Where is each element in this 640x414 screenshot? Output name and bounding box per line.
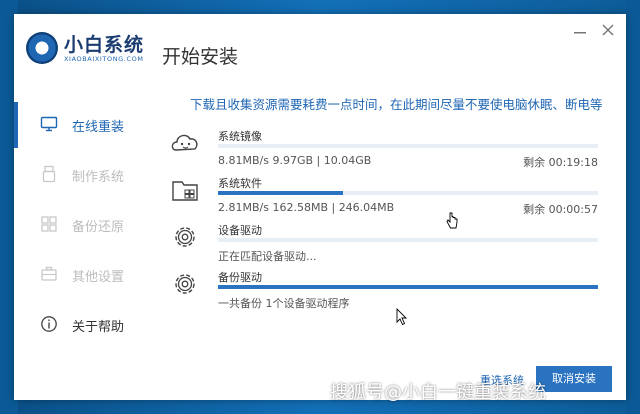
progress-track (218, 285, 598, 289)
arrow-cursor-icon (396, 308, 408, 326)
progress-fill (218, 191, 344, 195)
logo-name: 小白系统 (64, 34, 145, 56)
progress-track (218, 144, 598, 148)
task-name: 系统软件 (218, 177, 262, 190)
sidebar-item-label: 备份还原 (72, 220, 125, 235)
sidebar-item-backup-restore[interactable]: 备份还原 (14, 202, 154, 248)
task-remaining: 剩余 00:00:57 (523, 203, 598, 216)
hand-cursor-icon (446, 212, 458, 229)
sidebar-item-label: 在线重装 (72, 120, 125, 135)
close-button[interactable] (598, 20, 618, 40)
progress-track (218, 238, 598, 242)
info-icon (41, 316, 57, 332)
logo-icon (26, 32, 58, 64)
progress-fill (218, 285, 598, 289)
monitor-icon (40, 116, 58, 132)
close-icon (602, 24, 614, 36)
task-name: 备份驱动 (218, 271, 262, 284)
task-info: 正在匹配设备驱动... (218, 250, 317, 263)
progress-track (218, 191, 598, 195)
task-info: 一共备份 1个设备驱动程序 (218, 297, 350, 310)
task-device-driver: 设备驱动 正在匹配设备驱动... (170, 222, 610, 270)
grid-icon (41, 216, 57, 232)
sidebar-item-label: 关于帮助 (72, 320, 125, 335)
page-title: 开始安装 (162, 46, 239, 68)
task-system-software: 系统软件 2.81MB/s 162.58MB | 246.04MB 剩余 00:… (170, 175, 610, 223)
notice-text: 下载且收集资源需要耗费一点时间，在此期间尽量不要使电脑休眠、断电等 (190, 97, 603, 112)
sidebar-item-make-system[interactable]: 制作系统 (14, 152, 154, 198)
active-indicator (14, 102, 18, 148)
sidebar: 在线重装 制作系统 备份还原 其他设置 关于帮助 (14, 84, 154, 400)
task-backup-driver: 备份驱动 一共备份 1个设备驱动程序 (170, 269, 610, 317)
task-info: 2.81MB/s 162.58MB | 246.04MB (218, 201, 395, 214)
sidebar-item-online-reinstall[interactable]: 在线重装 (14, 102, 154, 148)
watermark-text: 搜狐号@小白一键重装系统 (330, 382, 546, 403)
desktop-background-right (626, 0, 640, 414)
sidebar-item-label: 其他设置 (72, 270, 125, 285)
title-bar: 小白系统 XIAOBAIXITONG.COM 开始安装 (14, 14, 626, 84)
task-name: 系统镜像 (218, 130, 262, 143)
installer-window: 小白系统 XIAOBAIXITONG.COM 开始安装 在线重装 制作系统 备份… (14, 14, 626, 400)
cloud-face-icon (171, 134, 198, 151)
install-content: 下载且收集资源需要耗费一点时间，在此期间尽量不要使电脑休眠、断电等 系统镜像 8… (154, 84, 626, 400)
minimize-button[interactable] (570, 20, 590, 40)
task-name: 设备驱动 (218, 224, 262, 237)
usb-icon (42, 165, 56, 183)
briefcase-icon (41, 266, 57, 281)
task-info: 8.81MB/s 9.97GB | 10.04GB (218, 154, 372, 167)
window-controls (538, 20, 618, 40)
sidebar-item-about-help[interactable]: 关于帮助 (14, 302, 154, 348)
folder-icon (172, 181, 198, 201)
minimize-icon (574, 32, 586, 34)
sidebar-item-other-settings[interactable]: 其他设置 (14, 252, 154, 298)
gear-icon (175, 227, 195, 247)
app-logo: 小白系统 XIAOBAIXITONG.COM (26, 30, 166, 74)
task-remaining: 剩余 00:19:18 (523, 156, 598, 169)
cancel-install-button[interactable]: 取消安装 (536, 366, 612, 392)
logo-subtitle: XIAOBAIXITONG.COM (64, 55, 144, 63)
task-system-image: 系统镜像 8.81MB/s 9.97GB | 10.04GB 剩余 00:19:… (170, 128, 610, 176)
sidebar-item-label: 制作系统 (72, 170, 125, 185)
gear-icon (175, 274, 195, 294)
